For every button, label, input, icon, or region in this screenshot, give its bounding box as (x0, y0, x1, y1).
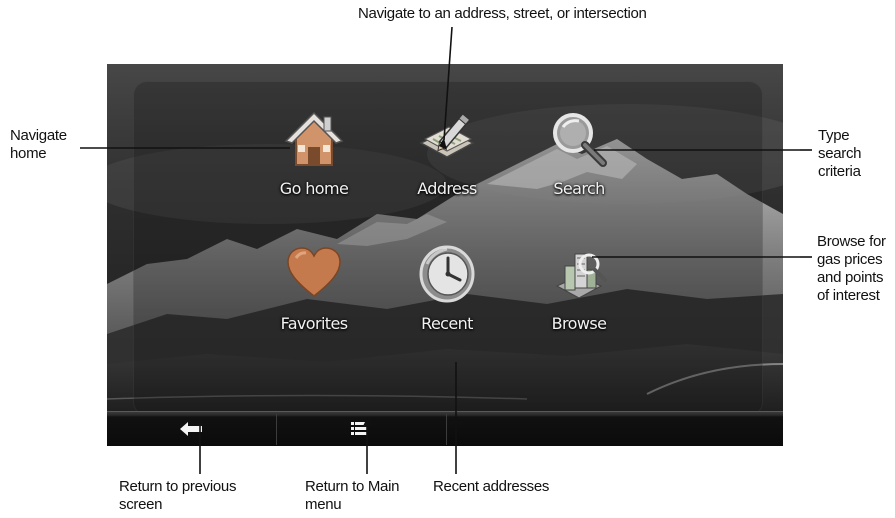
main-menu-button[interactable] (277, 414, 446, 445)
recent-button[interactable]: Recent (387, 244, 507, 349)
callout-browse-line1: Browse for (817, 233, 886, 250)
callout-search-line3: criteria (818, 163, 861, 180)
callout-return-previous-line1: Return to previous (119, 478, 237, 495)
back-arrow-icon (179, 421, 203, 442)
callout-return-main: Return to Main menu (305, 478, 399, 514)
heart-icon (284, 244, 344, 304)
callout-return-previous-line2: screen (119, 496, 163, 513)
callout-browse: Browse for gas prices and points of inte… (817, 233, 886, 305)
callout-search-line2: search (818, 145, 862, 162)
browse-button[interactable]: Browse (519, 244, 639, 349)
address-label: Address (417, 179, 477, 198)
magnifier-icon (549, 109, 609, 169)
callout-navigate-home: Navigate home (10, 127, 67, 163)
pencil-paper-icon (417, 109, 477, 169)
callout-return-main-line2: menu (305, 496, 342, 513)
toolbar-divider (446, 414, 447, 445)
search-label: Search (553, 179, 605, 198)
callout-return-previous: Return to previous screen (119, 478, 236, 514)
callout-recent: Recent addresses (433, 478, 550, 495)
callout-browse-line4: of interest (817, 287, 880, 304)
favorites-label: Favorites (280, 314, 348, 333)
callout-return-main-line1: Return to Main (305, 478, 400, 495)
callout-browse-line2: gas prices (817, 251, 883, 268)
callout-address: Navigate to an address, street, or inter… (358, 5, 647, 22)
back-button[interactable] (107, 414, 276, 445)
recent-label: Recent (421, 314, 473, 333)
clock-icon (417, 244, 477, 304)
callout-navigate-home-line1: Navigate (10, 127, 67, 144)
callout-navigate-home-line2: home (10, 145, 47, 162)
favorites-button[interactable]: Favorites (254, 244, 374, 349)
address-button[interactable]: Address (387, 109, 507, 214)
bottom-toolbar (107, 411, 783, 446)
callout-browse-line3: and points (817, 269, 884, 286)
callout-search-line1: Type (818, 127, 850, 144)
list-menu-icon (351, 422, 367, 441)
house-icon (284, 109, 344, 169)
go-home-label: Go home (279, 179, 349, 198)
go-home-button[interactable]: Go home (254, 109, 374, 214)
search-button[interactable]: Search (519, 109, 639, 214)
device-screen: Go home Address Search Favorites Recent … (107, 64, 783, 446)
buildings-magnifier-icon (549, 244, 609, 304)
callout-search: Type search criteria (818, 127, 862, 181)
browse-label: Browse (551, 314, 607, 333)
